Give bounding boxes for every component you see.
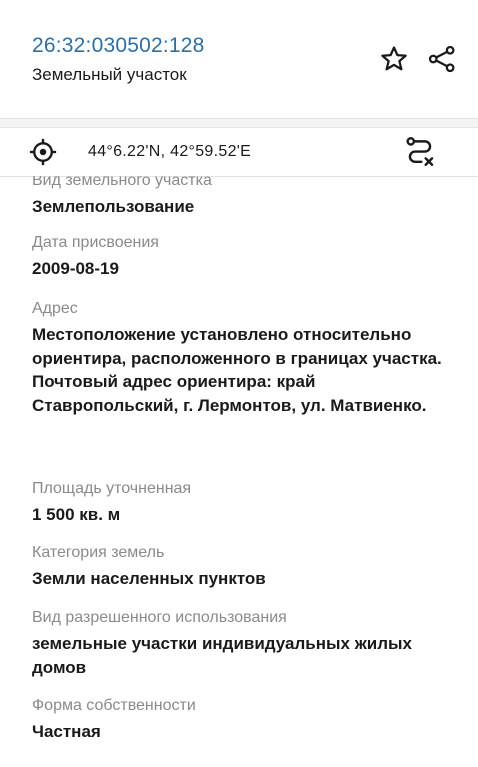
field-value: Частная bbox=[32, 722, 101, 741]
locate-button[interactable] bbox=[26, 135, 60, 169]
coordinates-bar: 44°6.22'N, 42°59.52'E bbox=[0, 127, 478, 177]
field-value: земельные участки индивидуальных жилых д… bbox=[32, 634, 412, 677]
route-button[interactable] bbox=[401, 133, 439, 171]
share-button[interactable] bbox=[425, 42, 459, 76]
section-divider bbox=[0, 119, 478, 127]
field-area: Площадь уточненная 1 500 кв. м bbox=[32, 478, 452, 527]
details-list[interactable]: Вид земельного участка Землепользование … bbox=[0, 176, 478, 767]
field-value: 1 500 кв. м bbox=[32, 505, 121, 524]
field-land-category: Категория земель Земли населенных пункто… bbox=[32, 542, 452, 591]
field-value: 2009-08-19 bbox=[32, 259, 119, 278]
field-label: Категория земель bbox=[32, 544, 165, 561]
field-address: Адрес Местоположение установлено относит… bbox=[32, 298, 452, 417]
field-assignment-date: Дата присвоения 2009-08-19 bbox=[32, 232, 452, 281]
route-icon bbox=[406, 137, 434, 166]
field-label: Форма собственности bbox=[32, 697, 196, 714]
object-type: Земельный участок bbox=[32, 65, 187, 84]
field-label: Дата присвоения bbox=[32, 234, 159, 251]
crosshair-icon bbox=[29, 138, 57, 166]
field-label: Площадь уточненная bbox=[32, 480, 192, 497]
field-value: Местоположение установлено относительно … bbox=[32, 325, 442, 415]
field-land-plot-type: Вид земельного участка Землепользование bbox=[32, 176, 452, 219]
favorite-button[interactable] bbox=[377, 42, 411, 76]
field-value: Земли населенных пунктов bbox=[32, 569, 266, 588]
field-label: Вид разрешенного использования bbox=[32, 609, 287, 626]
star-icon bbox=[381, 46, 407, 71]
field-value: Землепользование bbox=[32, 197, 195, 216]
field-ownership-form: Форма собственности Частная bbox=[32, 695, 452, 744]
share-icon bbox=[428, 45, 455, 73]
cadastral-number[interactable]: 26:32:030502:128 bbox=[32, 34, 205, 58]
field-permitted-use: Вид разрешенного использования земельные… bbox=[32, 607, 452, 679]
object-header: 26:32:030502:128 Земельный участок bbox=[0, 0, 478, 119]
field-label: Адрес bbox=[32, 300, 78, 317]
coordinates-text[interactable]: 44°6.22'N, 42°59.52'E bbox=[88, 143, 251, 161]
field-label: Вид земельного участка bbox=[32, 176, 212, 189]
